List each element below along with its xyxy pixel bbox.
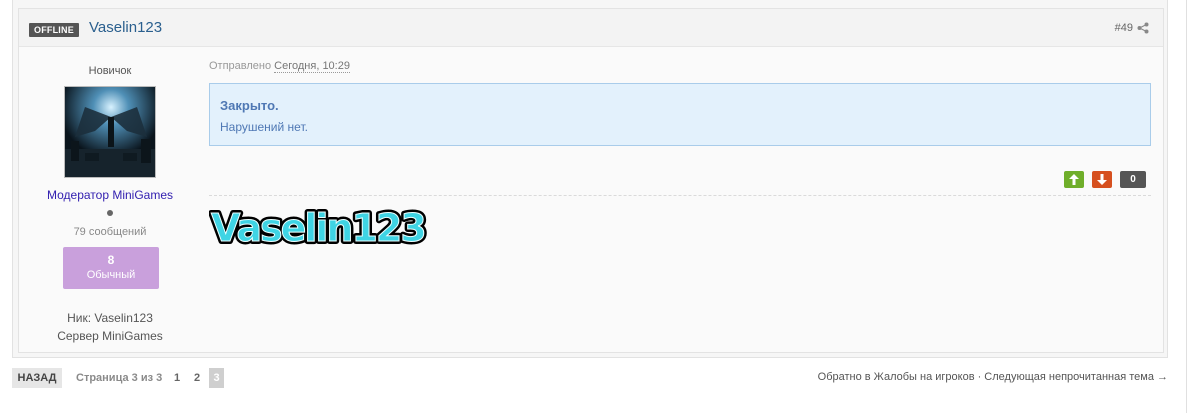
back-button[interactable]: НАЗАД: [12, 368, 62, 388]
page-link-1[interactable]: 1: [174, 372, 180, 384]
notice-title: Закрыто.: [220, 98, 279, 113]
user-group: Модератор MiniGames: [46, 188, 174, 202]
user-rank: Новичок: [88, 65, 132, 77]
status-badge: OFFLINE: [29, 23, 79, 37]
page-link-2[interactable]: 2: [194, 372, 200, 384]
arrow-up-icon: [1069, 174, 1079, 185]
nick-field: Ник: Vaselin123: [67, 311, 153, 325]
post-number-link[interactable]: #49: [1115, 22, 1133, 34]
page-edge-divider: [1186, 0, 1187, 413]
vote-up-button[interactable]: [1064, 171, 1084, 188]
avatar-image: [65, 87, 155, 177]
post-content: Отправлено Сегодня, 10:29 Закрыто. Наруш…: [209, 48, 1151, 353]
reputation-label: Обычный: [86, 269, 136, 281]
post-count[interactable]: 79 сообщений: [19, 226, 201, 238]
avatar[interactable]: [64, 86, 156, 178]
arrow-down-icon: [1097, 174, 1107, 185]
signature-divider: [209, 195, 1151, 196]
sent-label: Отправлено: [209, 60, 272, 72]
author-link[interactable]: Vaselin123: [89, 19, 162, 36]
page-info: Страница 3 из 3: [76, 372, 163, 384]
share-icon[interactable]: [1137, 22, 1149, 34]
author-sidebar: Новичок Модератор MiniGames 79 сообщений…: [19, 48, 201, 353]
post-date[interactable]: Сегодня, 10:29: [274, 60, 350, 73]
vote-down-button[interactable]: [1092, 171, 1112, 188]
online-status-indicator: [107, 210, 113, 216]
thread-navigation-link[interactable]: Обратно в Жалобы на игроков · Следующая …: [818, 371, 1168, 383]
post-meta: Отправлено Сегодня, 10:29: [209, 60, 350, 73]
vote-count: 0: [1120, 171, 1146, 188]
signature-text: Vaselin123: [211, 206, 425, 250]
moderator-notice: Закрыто. Нарушений нет.: [209, 83, 1151, 146]
notice-text: Нарушений нет.: [220, 120, 308, 134]
signature-image: Vaselin123 Vaselin123: [209, 203, 430, 253]
reputation-value: 8: [107, 253, 115, 267]
server-field: Сервер MiniGames: [57, 329, 163, 343]
post-header: OFFLINE Vaselin123 #49: [19, 9, 1163, 47]
forum-post: OFFLINE Vaselin123 #49 Новичок Модератор…: [18, 8, 1164, 353]
reputation-badge: 8 Обычный: [63, 247, 159, 289]
page-current: 3: [209, 368, 224, 388]
